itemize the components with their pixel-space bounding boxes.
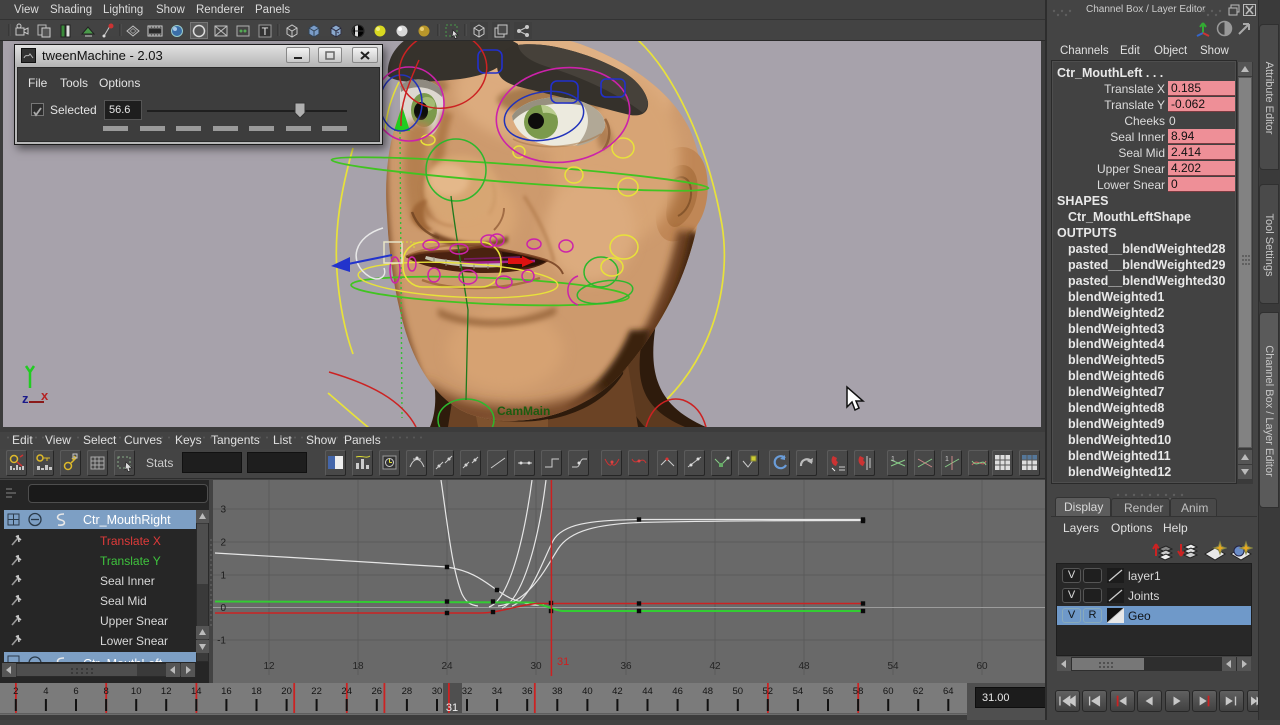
svg-text:46: 46	[672, 686, 683, 697]
svg-text:48: 48	[702, 686, 713, 697]
svg-text:12: 12	[161, 686, 172, 697]
svg-text:Tool Settings: Tool Settings	[1263, 214, 1275, 277]
svg-text:2: 2	[220, 538, 226, 549]
svg-text:Channel Box / Layer Editor: Channel Box / Layer Editor	[1263, 345, 1275, 477]
svg-text:24: 24	[441, 661, 453, 672]
svg-text:42: 42	[709, 661, 721, 672]
svg-text:18: 18	[352, 661, 364, 672]
svg-text:36: 36	[620, 661, 632, 672]
svg-text:54: 54	[793, 686, 804, 697]
svg-text:62: 62	[913, 686, 924, 697]
svg-text:30: 30	[432, 686, 443, 697]
svg-text:40: 40	[582, 686, 593, 697]
svg-text:18: 18	[251, 686, 262, 697]
svg-text:14: 14	[191, 686, 202, 697]
svg-text:2: 2	[13, 686, 18, 697]
svg-text:8: 8	[103, 686, 108, 697]
svg-text:z: z	[22, 391, 29, 406]
svg-text:3: 3	[220, 505, 226, 516]
svg-text:31: 31	[557, 656, 569, 668]
svg-text:Ctr_MouthRight: Ctr_MouthRight	[83, 513, 171, 527]
svg-text:54: 54	[887, 661, 899, 672]
svg-text:64: 64	[943, 686, 954, 697]
svg-text:28: 28	[402, 686, 413, 697]
svg-text:10: 10	[131, 686, 142, 697]
svg-text:1: 1	[891, 456, 895, 463]
svg-text:20: 20	[281, 686, 292, 697]
svg-text:CamMain: CamMain	[497, 404, 550, 418]
svg-text:60: 60	[976, 661, 988, 672]
svg-text:30: 30	[530, 661, 542, 672]
svg-text:52: 52	[763, 686, 774, 697]
svg-text:1: 1	[220, 571, 226, 582]
svg-text:4: 4	[43, 686, 48, 697]
svg-text:48: 48	[798, 661, 810, 672]
svg-text:24: 24	[341, 686, 352, 697]
svg-text:6: 6	[73, 686, 78, 697]
svg-text:x: x	[41, 388, 49, 403]
svg-text:T: T	[262, 26, 269, 38]
svg-text:50: 50	[733, 686, 744, 697]
svg-text:Attribute Editor: Attribute Editor	[1263, 62, 1275, 135]
svg-text:22: 22	[311, 686, 322, 697]
svg-text:42: 42	[612, 686, 623, 697]
svg-text:56: 56	[823, 686, 834, 697]
svg-text:-1: -1	[217, 636, 226, 647]
svg-text:12: 12	[263, 661, 275, 672]
svg-text:Ctr_MouthLeft: Ctr_MouthLeft	[83, 657, 163, 662]
svg-text:32: 32	[462, 686, 473, 697]
svg-text:31: 31	[446, 702, 458, 714]
svg-text:36: 36	[522, 686, 533, 697]
svg-text:1: 1	[945, 456, 949, 463]
svg-text:44: 44	[642, 686, 653, 697]
svg-text:58: 58	[853, 686, 864, 697]
svg-text:60: 60	[883, 686, 894, 697]
svg-text:34: 34	[492, 686, 503, 697]
svg-text:16: 16	[221, 686, 232, 697]
svg-text:26: 26	[372, 686, 383, 697]
svg-text:38: 38	[552, 686, 563, 697]
